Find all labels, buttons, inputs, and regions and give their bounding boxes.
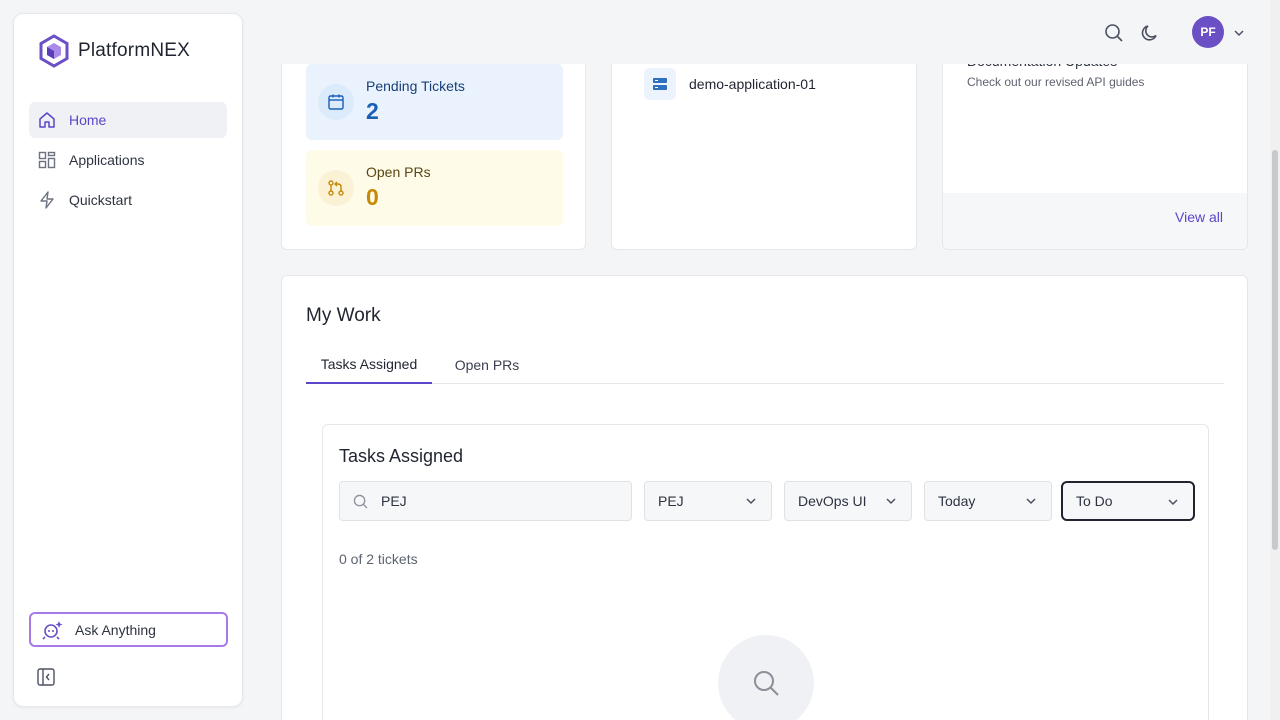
theme-toggle-button[interactable] bbox=[1140, 23, 1160, 48]
pending-tickets-stat[interactable]: Pending Tickets 2 bbox=[306, 64, 563, 140]
ask-anything-label: Ask Anything bbox=[75, 621, 156, 638]
chevron-down-icon bbox=[746, 498, 756, 505]
sparkle-bot-icon bbox=[42, 620, 63, 640]
platformnex-logo-icon bbox=[39, 34, 69, 68]
applications-card: demo-application-01 bbox=[611, 40, 917, 250]
sidebar-item-quickstart[interactable]: Quickstart bbox=[29, 182, 227, 218]
my-work-card: My Work Tasks Assigned Open PRs Tasks As… bbox=[281, 275, 1248, 720]
dropdown-value: Today bbox=[938, 493, 976, 509]
git-pull-request-icon bbox=[318, 170, 354, 206]
chevron-down-icon bbox=[1168, 499, 1178, 506]
calendar-icon bbox=[318, 84, 354, 120]
sidebar-nav: Home Applications Quickstart bbox=[29, 102, 227, 222]
tab-open-prs[interactable]: Open PRs bbox=[432, 346, 542, 384]
sidebar-item-label: Applications bbox=[69, 152, 145, 168]
search-icon bbox=[1105, 24, 1123, 42]
sidebar-item-applications[interactable]: Applications bbox=[29, 142, 227, 178]
grid-icon bbox=[38, 151, 56, 169]
ticket-search-input[interactable]: PEJ bbox=[339, 481, 632, 521]
scrollbar-thumb[interactable] bbox=[1272, 150, 1278, 550]
search-button[interactable] bbox=[1104, 23, 1124, 48]
home-icon bbox=[38, 111, 56, 129]
tasks-assigned-panel: Tasks Assigned PEJ PEJ DevOps UI Today T… bbox=[322, 424, 1209, 720]
chevron-down-icon bbox=[1026, 498, 1036, 505]
board-filter-dropdown[interactable]: DevOps UI bbox=[784, 481, 912, 521]
sidebar-item-home[interactable]: Home bbox=[29, 102, 227, 138]
collapse-sidebar-button[interactable] bbox=[36, 667, 56, 687]
panel-collapse-icon bbox=[37, 668, 55, 686]
documentation-card: Documentation Updates Check out our revi… bbox=[942, 40, 1248, 250]
project-filter-dropdown[interactable]: PEJ bbox=[644, 481, 772, 521]
chevron-down-icon bbox=[886, 498, 896, 505]
brand-name: PlatformNEX bbox=[78, 40, 191, 61]
date-filter-dropdown[interactable]: Today bbox=[924, 481, 1052, 521]
lightning-icon bbox=[38, 191, 56, 209]
view-all-link[interactable]: View all bbox=[1175, 209, 1223, 225]
my-work-tabs: Tasks Assigned Open PRs bbox=[306, 346, 1224, 384]
open-prs-value: 0 bbox=[366, 184, 379, 210]
brand[interactable]: PlatformNEX bbox=[38, 34, 190, 68]
account-menu-chevron[interactable] bbox=[1233, 26, 1245, 44]
ticket-count: 0 of 2 tickets bbox=[339, 551, 418, 567]
application-name: demo-application-01 bbox=[689, 76, 816, 92]
tab-tasks-assigned[interactable]: Tasks Assigned bbox=[306, 346, 432, 384]
dropdown-value: PEJ bbox=[658, 493, 684, 509]
ask-anything-button[interactable]: Ask Anything bbox=[29, 612, 228, 647]
pending-tickets-value: 2 bbox=[366, 98, 379, 124]
server-icon bbox=[644, 68, 676, 100]
panel-title: Tasks Assigned bbox=[339, 446, 464, 466]
search-value: PEJ bbox=[381, 493, 407, 509]
sidebar-item-label: Home bbox=[69, 112, 107, 128]
documentation-footer: View all bbox=[943, 193, 1247, 249]
chevron-down-icon bbox=[1234, 30, 1244, 37]
my-work-title: My Work bbox=[306, 305, 381, 326]
topbar: PF bbox=[256, 0, 1270, 64]
stats-card: Pending Tickets 2 Open PRs 0 bbox=[281, 40, 586, 250]
open-prs-label: Open PRs bbox=[366, 164, 431, 180]
empty-state-search-icon bbox=[718, 635, 814, 720]
open-prs-stat[interactable]: Open PRs 0 bbox=[306, 150, 563, 226]
dropdown-value: To Do bbox=[1076, 493, 1113, 509]
pending-tickets-label: Pending Tickets bbox=[366, 78, 465, 94]
documentation-subtitle: Check out our revised API guides bbox=[967, 75, 1145, 89]
sidebar-item-label: Quickstart bbox=[69, 192, 133, 208]
search-icon bbox=[353, 494, 368, 509]
dropdown-value: DevOps UI bbox=[798, 493, 867, 509]
status-filter-dropdown[interactable]: To Do bbox=[1061, 481, 1195, 521]
sidebar: PlatformNEX Home Applications Quickstart bbox=[13, 13, 243, 707]
avatar[interactable]: PF bbox=[1192, 16, 1224, 48]
application-item[interactable]: demo-application-01 bbox=[644, 68, 816, 100]
moon-icon bbox=[1141, 25, 1157, 41]
